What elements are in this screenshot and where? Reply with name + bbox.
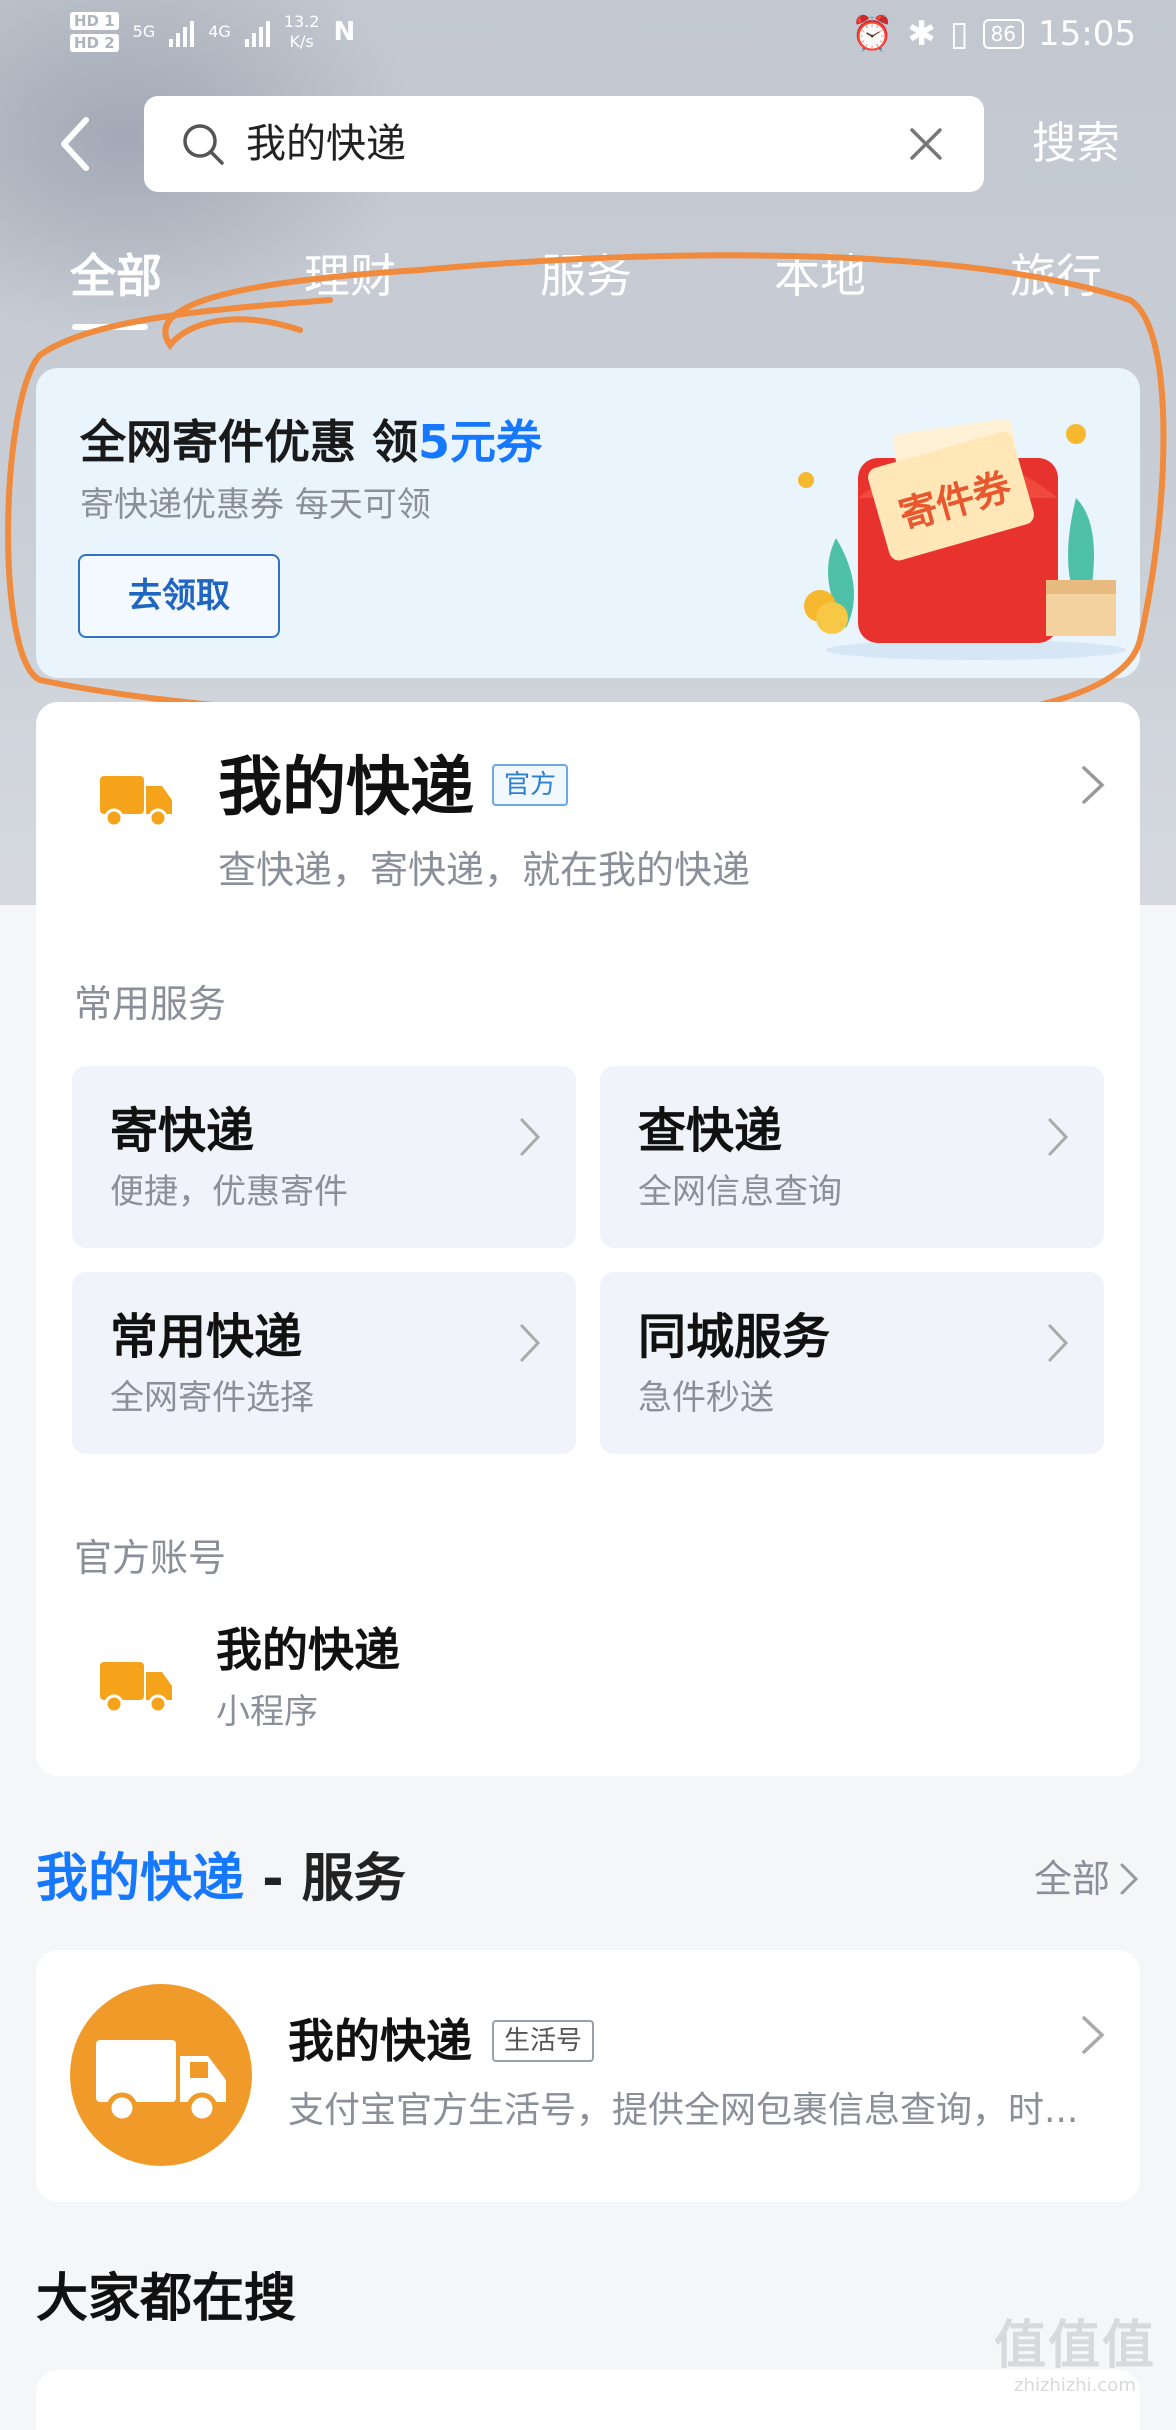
view-all-label: 全部	[1033, 1857, 1110, 1901]
service-title: 常用快递	[110, 1309, 303, 1365]
hd1-badge: HD 1	[70, 12, 119, 30]
tab-services[interactable]: 服务	[540, 236, 632, 316]
search-button[interactable]: 搜索	[1032, 114, 1120, 174]
search-input[interactable]: 我的快递	[246, 118, 406, 170]
battery-icon: 86	[982, 19, 1025, 49]
active-tab-indicator	[72, 324, 148, 330]
chevron-right-icon	[520, 1118, 541, 1156]
tab-finance[interactable]: 理财	[304, 236, 396, 316]
bluetooth-icon: ✱	[907, 14, 936, 54]
truck-icon	[100, 776, 172, 828]
service-title: 同城服务	[638, 1309, 831, 1365]
signal-icon	[169, 17, 195, 47]
promo-title: 全网寄件优惠 领5元券	[80, 412, 542, 472]
nfc-icon: N	[333, 17, 356, 47]
service-section-title-brand: 我的快递	[36, 1849, 245, 1909]
tab-travel[interactable]: 旅行	[1010, 236, 1102, 316]
chevron-right-icon	[520, 1324, 541, 1362]
hot-search-title: 大家都在搜	[36, 2269, 297, 2329]
alarm-icon: ⏰	[851, 14, 894, 54]
life-account-badge: 生活号	[492, 2020, 595, 2062]
vibrate-icon: ▯	[949, 14, 969, 54]
service-title: 查快递	[638, 1103, 783, 1159]
clock: 15:05	[1038, 14, 1136, 54]
life-account-description: 支付宝官方生活号，提供全网包裹信息查询，时...	[288, 2090, 1079, 2131]
service-subtitle: 全网寄件选择	[110, 1378, 314, 1418]
service-track-express[interactable]: 查快递 全网信息查询	[600, 1066, 1104, 1248]
service-subtitle: 便捷，优惠寄件	[110, 1172, 348, 1212]
truck-icon	[96, 2040, 226, 2124]
signal-icon-2	[244, 17, 270, 47]
truck-icon[interactable]	[96, 1648, 176, 1718]
chevron-right-icon	[1048, 1324, 1069, 1362]
status-left: HD 1 HD 2 5G 4G 13.2 K/s N	[70, 12, 355, 52]
service-title: 寄快递	[110, 1103, 255, 1159]
watermark: 值值值 zhizhizhi.com	[994, 2316, 1156, 2396]
speed-value: 13.2	[283, 12, 320, 31]
coupon-envelope-icon: 寄件券	[798, 418, 1126, 660]
status-right: ⏰ ✱ ▯ 86 15:05	[851, 14, 1136, 54]
hd-badges: HD 1 HD 2	[70, 12, 119, 52]
service-section-header: 我的快递 - 服务 全部	[36, 1844, 1140, 1914]
network-b: 4G	[208, 22, 231, 41]
common-services-label: 常用服务	[74, 982, 227, 1026]
official-badge: 官方	[492, 764, 569, 806]
status-bar: HD 1 HD 2 5G 4G 13.2 K/s N ⏰ ✱ ▯ 86 15:0…	[0, 0, 1176, 74]
chevron-right-icon[interactable]	[1078, 760, 1108, 810]
mini-program-title: 我的快递	[218, 751, 474, 825]
search-icon	[183, 124, 224, 165]
service-common-couriers[interactable]: 常用快递 全网寄件选择	[72, 1272, 576, 1454]
service-subtitle: 急件秒送	[638, 1378, 774, 1418]
network-speed: 13.2 K/s	[284, 12, 320, 52]
service-same-city[interactable]: 同城服务 急件秒送	[600, 1272, 1104, 1454]
promo-subtitle: 寄快递优惠券 每天可领	[80, 485, 431, 525]
official-account-label: 官方账号	[74, 1536, 227, 1580]
chevron-right-icon	[1120, 1863, 1139, 1895]
promo-title-highlight: 5元券	[418, 415, 543, 469]
promo-title-prefix: 全网寄件优惠 领	[80, 415, 419, 469]
service-section-title: 我的快递 - 服务	[36, 1844, 406, 1914]
life-account-title: 我的快递	[288, 2014, 472, 2068]
speed-unit: K/s	[289, 32, 314, 51]
hot-search-card	[36, 2370, 1140, 2430]
watermark-url: zhizhizhi.com	[1014, 2375, 1136, 2396]
category-tabs: 全部 理财 服务 本地 旅行	[0, 236, 1176, 330]
tab-local[interactable]: 本地	[774, 236, 866, 316]
account-subtitle: 小程序	[216, 1692, 318, 1732]
avatar	[70, 1984, 252, 2166]
view-all-link[interactable]: 全部	[1034, 1852, 1140, 1906]
promo-banner[interactable]: 全网寄件优惠 领5元券 寄快递优惠券 每天可领 去领取 寄件券	[36, 368, 1140, 678]
account-title[interactable]: 我的快递	[216, 1620, 400, 1680]
service-subtitle: 全网信息查询	[638, 1172, 842, 1212]
service-section-title-rest: - 服务	[244, 1849, 406, 1909]
network-a: 5G	[132, 22, 156, 41]
tab-all[interactable]: 全部	[70, 236, 162, 316]
mini-program-card[interactable]: 我的快递 官方 查快递，寄快递，就在我的快递 常用服务 寄快递 便捷，优惠寄件 …	[36, 702, 1140, 1776]
life-account-card[interactable]: 我的快递 生活号 支付宝官方生活号，提供全网包裹信息查询，时...	[36, 1950, 1140, 2202]
claim-button[interactable]: 去领取	[78, 554, 280, 638]
chevron-right-icon	[1048, 1118, 1069, 1156]
chevron-right-icon	[1082, 2016, 1105, 2054]
clear-icon[interactable]	[906, 124, 946, 164]
back-arrow-icon[interactable]	[52, 114, 102, 174]
search-box[interactable]: 我的快递	[144, 96, 984, 192]
service-send-express[interactable]: 寄快递 便捷，优惠寄件	[72, 1066, 576, 1248]
hd2-badge: HD 2	[70, 34, 119, 52]
watermark-logo: 值值值	[993, 2316, 1156, 2376]
mini-program-subtitle: 查快递，寄快递，就在我的快递	[218, 848, 751, 892]
search-row: 我的快递 搜索	[0, 96, 1176, 192]
